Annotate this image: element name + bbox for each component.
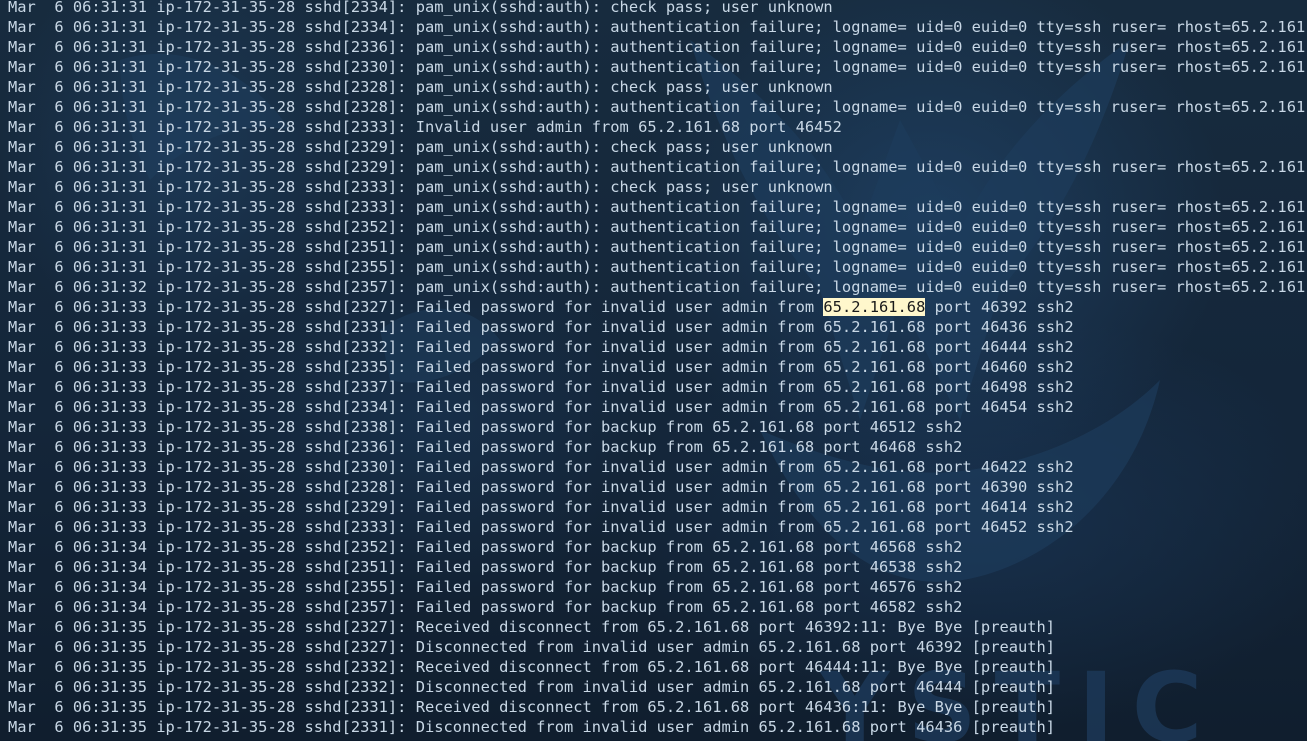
log-line: Mar 6 06:31:34 ip-172-31-35-28 sshd[2352… [8,538,963,556]
log-line: Mar 6 06:31:31 ip-172-31-35-28 sshd[2352… [8,218,1307,236]
log-line: Mar 6 06:31:31 ip-172-31-35-28 sshd[2336… [8,38,1307,56]
log-line: Mar 6 06:31:31 ip-172-31-35-28 sshd[2333… [8,198,1307,216]
log-line-text: Mar 6 06:31:33 ip-172-31-35-28 sshd[2327… [8,298,824,316]
log-line: Mar 6 06:31:34 ip-172-31-35-28 sshd[2351… [8,558,963,576]
log-line: Mar 6 06:31:35 ip-172-31-35-28 sshd[2327… [8,638,1056,656]
terminal-output[interactable]: Mar 6 06:31:31 ip-172-31-35-28 sshd[2334… [0,0,1307,741]
log-line: Mar 6 06:31:31 ip-172-31-35-28 sshd[2355… [8,258,1307,276]
log-line: Mar 6 06:31:31 ip-172-31-35-28 sshd[2329… [8,138,833,156]
log-line: Mar 6 06:31:31 ip-172-31-35-28 sshd[2334… [8,0,833,16]
log-line: Mar 6 06:31:33 ip-172-31-35-28 sshd[2331… [8,318,1074,336]
log-line: Mar 6 06:31:35 ip-172-31-35-28 sshd[2332… [8,678,1056,696]
selected-ip-highlight[interactable]: 65.2.161.68 [823,298,926,316]
log-line: Mar 6 06:31:31 ip-172-31-35-28 sshd[2328… [8,78,833,96]
log-line: Mar 6 06:31:33 ip-172-31-35-28 sshd[2328… [8,478,1074,496]
log-line: Mar 6 06:31:33 ip-172-31-35-28 sshd[2330… [8,458,1074,476]
log-line: Mar 6 06:31:35 ip-172-31-35-28 sshd[2332… [8,658,1056,676]
log-line: Mar 6 06:31:31 ip-172-31-35-28 sshd[2334… [8,18,1307,36]
log-line: Mar 6 06:31:31 ip-172-31-35-28 sshd[2330… [8,58,1307,76]
log-line: Mar 6 06:31:33 ip-172-31-35-28 sshd[2338… [8,418,963,436]
log-line: Mar 6 06:31:33 ip-172-31-35-28 sshd[2333… [8,518,1074,536]
log-line: Mar 6 06:31:34 ip-172-31-35-28 sshd[2355… [8,578,963,596]
log-line: Mar 6 06:31:33 ip-172-31-35-28 sshd[2337… [8,378,1074,396]
log-line: Mar 6 06:31:31 ip-172-31-35-28 sshd[2333… [8,178,833,196]
log-line: Mar 6 06:31:33 ip-172-31-35-28 sshd[2329… [8,498,1074,516]
log-line: Mar 6 06:31:31 ip-172-31-35-28 sshd[2329… [8,158,1307,176]
log-line: Mar 6 06:31:33 ip-172-31-35-28 sshd[2335… [8,358,1074,376]
log-line: Mar 6 06:31:33 ip-172-31-35-28 sshd[2336… [8,438,963,456]
log-line: Mar 6 06:31:33 ip-172-31-35-28 sshd[2332… [8,338,1074,356]
log-line: Mar 6 06:31:33 ip-172-31-35-28 sshd[2334… [8,398,1074,416]
log-line: Mar 6 06:31:35 ip-172-31-35-28 sshd[2331… [8,718,1056,736]
log-line-text: port 46392 ssh2 [925,298,1074,316]
log-line: Mar 6 06:31:31 ip-172-31-35-28 sshd[2351… [8,238,1307,256]
log-line: Mar 6 06:31:31 ip-172-31-35-28 sshd[2328… [8,98,1307,116]
log-line: Mar 6 06:31:34 ip-172-31-35-28 sshd[2357… [8,598,963,616]
log-line: Mar 6 06:31:35 ip-172-31-35-28 sshd[2327… [8,618,1056,636]
log-line: Mar 6 06:31:31 ip-172-31-35-28 sshd[2333… [8,118,842,136]
log-line: Mar 6 06:31:32 ip-172-31-35-28 sshd[2357… [8,278,1307,296]
log-line: Mar 6 06:31:35 ip-172-31-35-28 sshd[2331… [8,698,1056,716]
log-line: Mar 6 06:31:33 ip-172-31-35-28 sshd[2327… [8,297,1307,317]
